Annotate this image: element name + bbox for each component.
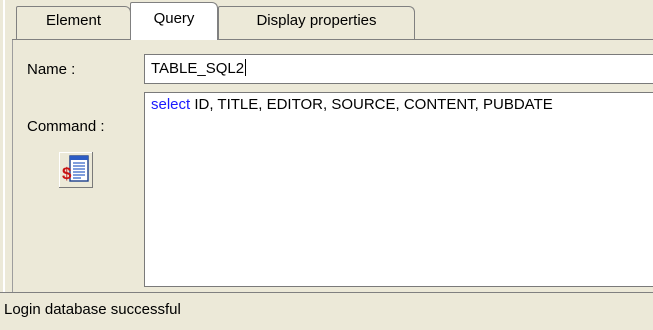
query-editor-window: Element Query Display properties Name : … [0, 0, 653, 330]
name-label: Name : [27, 61, 76, 78]
query-panel: Name : TABLE_SQL2 Command : select ID, T… [13, 40, 653, 292]
status-bar: Login database successful [0, 292, 653, 330]
tab-display-properties[interactable]: Display properties [218, 6, 415, 39]
tab-query[interactable]: Query [130, 2, 218, 40]
sql-command-text: ID, TITLE, EDITOR, SOURCE, CONTENT, PUBD… [190, 96, 553, 113]
sql-dollar-document-icon[interactable]: $ [59, 152, 93, 188]
name-field[interactable]: TABLE_SQL2 [144, 54, 653, 84]
status-text: Login database successful [4, 301, 181, 318]
command-label: Command : [27, 118, 105, 135]
name-value: TABLE_SQL2 [151, 60, 245, 77]
tab-element[interactable]: Element [16, 6, 131, 39]
svg-text:$: $ [62, 164, 72, 183]
tab-strip: Element Query Display properties [12, 0, 653, 40]
text-caret [245, 59, 247, 76]
left-bevel [0, 0, 13, 292]
command-textarea[interactable]: select ID, TITLE, EDITOR, SOURCE, CONTEN… [144, 92, 653, 287]
sql-keyword: select [151, 96, 191, 113]
